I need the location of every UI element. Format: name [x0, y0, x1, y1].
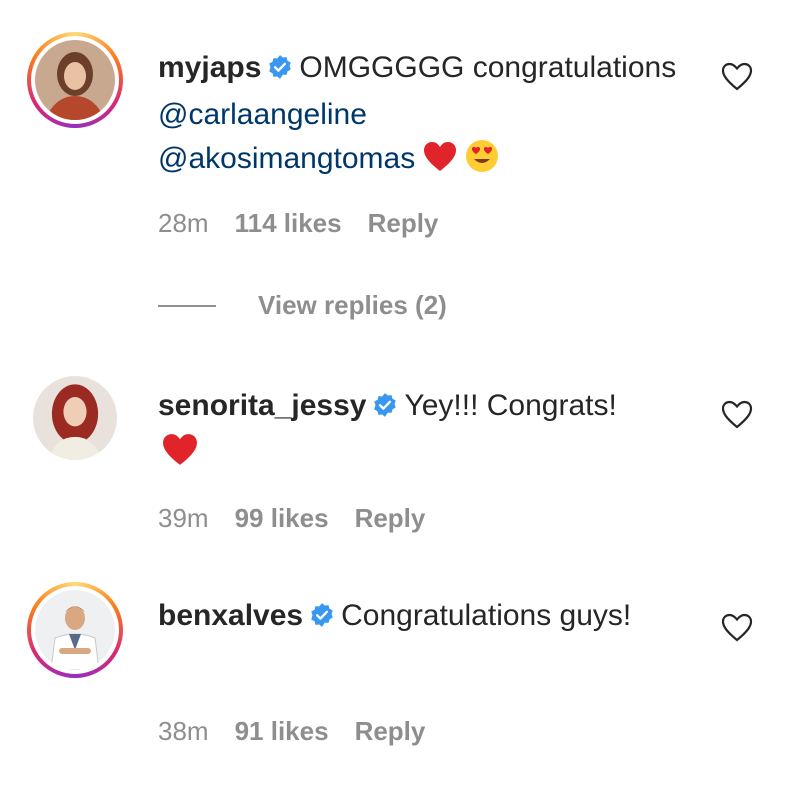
comment-text: Yey!!! Congrats! [404, 389, 617, 422]
view-replies-button[interactable]: View replies (2) [158, 290, 447, 321]
comment-text: Congratulations guys! [341, 599, 632, 632]
mention-link[interactable]: @akosimangtomas [158, 142, 415, 175]
verified-badge-icon [267, 49, 293, 93]
avatar-photo [33, 376, 117, 460]
likes-count[interactable]: 91 likes [235, 716, 329, 746]
mention-link[interactable]: @carlaangeline [158, 98, 367, 131]
comment-meta: 28m 114 likes Reply [158, 208, 464, 239]
username[interactable]: myjaps [158, 51, 261, 84]
avatar[interactable] [27, 32, 123, 128]
comment-timestamp: 39m [158, 503, 209, 533]
reply-button[interactable]: Reply [368, 208, 439, 238]
heart-eyes-emoji-icon [465, 139, 499, 186]
like-heart-icon[interactable] [721, 613, 753, 643]
verified-badge-icon [309, 597, 335, 641]
likes-count[interactable]: 114 likes [235, 208, 342, 238]
reply-button[interactable]: Reply [355, 503, 426, 533]
comment-meta: 39m 99 likes Reply [158, 503, 451, 534]
like-heart-icon[interactable] [721, 62, 753, 92]
avatar-photo [35, 590, 115, 670]
red-heart-emoji-icon [423, 141, 457, 186]
comment-body: senorita_jessy Yey!!! Congrats! [158, 384, 678, 480]
comment-timestamp: 28m [158, 208, 209, 238]
like-heart-icon[interactable] [721, 400, 753, 430]
comment-body: benxalves Congratulations guys! [158, 594, 678, 641]
avatar[interactable] [27, 370, 123, 466]
comment-text: OMGGGGG congratulations [299, 51, 677, 84]
verified-badge-icon [372, 387, 398, 431]
comment-body: myjaps OMGGGGG congratulations @carlaange… [158, 46, 678, 186]
reply-button[interactable]: Reply [355, 716, 426, 746]
avatar[interactable] [27, 582, 123, 678]
username[interactable]: benxalves [158, 599, 303, 632]
comment-timestamp: 38m [158, 716, 209, 746]
comment-meta: 38m 91 likes Reply [158, 716, 451, 747]
divider-line [158, 304, 216, 307]
likes-count[interactable]: 99 likes [235, 503, 329, 533]
username[interactable]: senorita_jessy [158, 389, 366, 422]
view-replies-label: View replies (2) [258, 290, 447, 320]
red-heart-emoji-icon [162, 433, 198, 480]
avatar-photo [35, 40, 115, 120]
